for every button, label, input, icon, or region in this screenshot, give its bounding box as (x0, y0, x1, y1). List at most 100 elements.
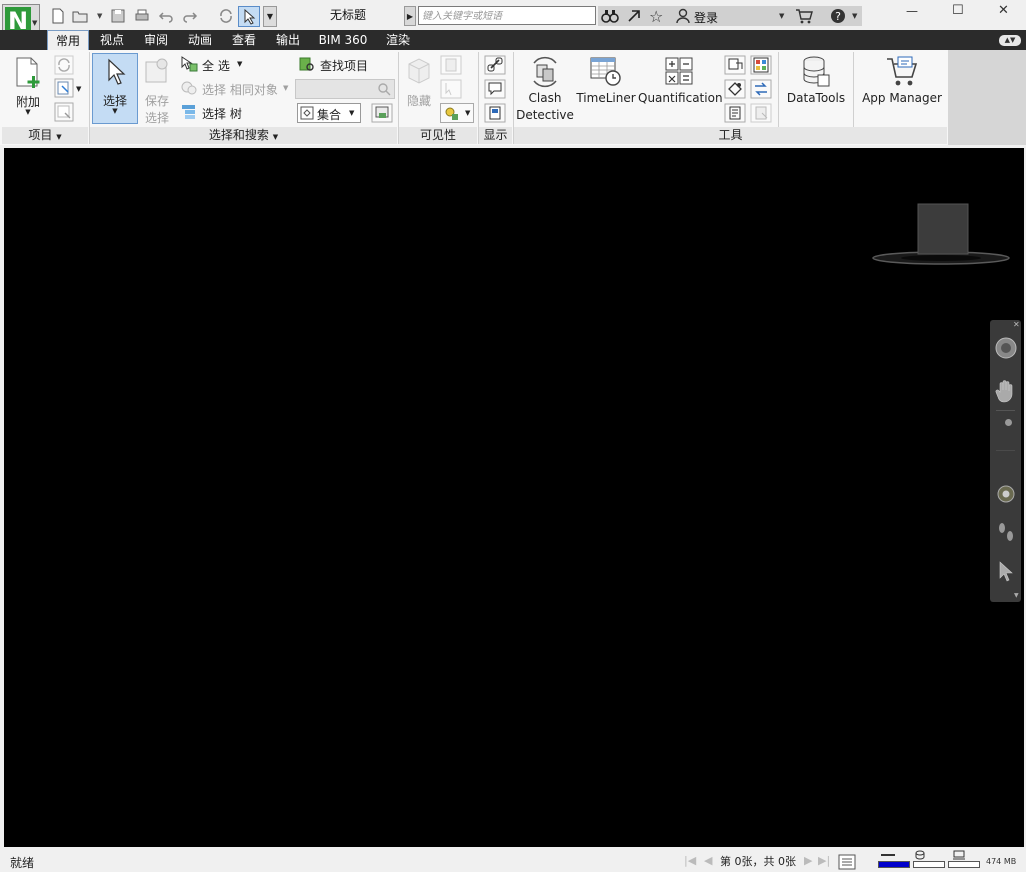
project-panel-label[interactable]: 项目 ▼ (2, 127, 88, 144)
hide-unselected-icon[interactable] (440, 79, 462, 99)
orbit-icon[interactable] (995, 483, 1017, 505)
web-server-icon (953, 850, 965, 860)
timeliner-button[interactable]: TimeLiner (576, 54, 636, 114)
navbar-divider (996, 450, 1015, 451)
help-dropdown-icon[interactable]: ▼ (852, 12, 857, 20)
steering-wheel-icon[interactable] (994, 336, 1018, 360)
tab-output[interactable]: 输出 (268, 30, 308, 50)
animator-icon[interactable] (724, 79, 746, 99)
select-same-button[interactable]: 选择 相同对象 ▼ (180, 80, 292, 98)
tab-home[interactable]: 常用 (47, 30, 89, 50)
tab-review[interactable]: 审阅 (136, 30, 176, 50)
select-search-panel-text: 选择和搜索 (208, 128, 269, 142)
search-input[interactable]: 键入关键字或短语 (418, 6, 596, 25)
select-all-button[interactable]: 全 选 ▼ (180, 56, 260, 74)
select-all-label: 全 选 (202, 59, 230, 73)
undo-icon[interactable] (158, 8, 174, 24)
select-search-panel-label[interactable]: 选择和搜索 ▼ (90, 127, 397, 144)
timeliner-icon (590, 57, 621, 86)
zoom-dot-icon[interactable] (1005, 419, 1012, 426)
reset-all-icon[interactable] (54, 78, 74, 98)
quick-properties-icon[interactable] (484, 79, 506, 99)
select-same-dropdown-icon: ▼ (283, 84, 289, 92)
last-sheet-icon[interactable]: ▶| (818, 854, 830, 867)
append-button[interactable]: 附加 ▼ (8, 54, 48, 122)
save-selection-icon (145, 58, 168, 83)
tab-render[interactable]: 渲染 (378, 30, 418, 50)
find-items-button[interactable]: 查找项目 (298, 56, 388, 74)
save-icon[interactable] (110, 8, 126, 24)
quick-find-search-icon[interactable] (377, 82, 391, 96)
selection-tree-button[interactable]: 选择 树 (180, 104, 260, 122)
navbar-menu-icon[interactable]: ▼ (1014, 592, 1019, 599)
first-sheet-icon[interactable]: |◀ (684, 854, 696, 867)
favorites-icon[interactable]: ☆ (649, 7, 663, 26)
sets-dropdown-arrow-icon: ▼ (349, 109, 355, 117)
appearance-profiler-icon[interactable] (724, 55, 746, 75)
open-dropdown-icon[interactable]: ▼ (97, 12, 102, 20)
previous-sheet-icon[interactable]: ◀ (704, 854, 712, 867)
file-options-icon[interactable] (54, 102, 74, 122)
tab-animation[interactable]: 动画 (180, 30, 220, 50)
hide-button[interactable]: 隐藏 (401, 54, 437, 124)
viewcube-icon (872, 203, 1010, 265)
search-expand-button[interactable]: ▶ (404, 6, 416, 26)
minimize-button[interactable]: — (906, 4, 918, 18)
manage-sets-icon[interactable] (371, 103, 393, 123)
refresh-project-icon[interactable] (54, 55, 74, 75)
require-icon[interactable] (440, 55, 462, 75)
links-icon[interactable] (484, 55, 506, 75)
status-text: 就绪 (10, 856, 35, 870)
select-tool-quick-button[interactable] (238, 6, 260, 27)
quick-find-input[interactable] (295, 79, 395, 99)
scripter-icon[interactable] (724, 103, 746, 123)
3d-viewport[interactable] (4, 148, 1024, 847)
reset-all-dropdown-icon[interactable]: ▼ (76, 85, 81, 93)
communication-center-icon[interactable] (626, 8, 642, 24)
sheet-browser-icon[interactable] (838, 854, 856, 870)
compare-icon[interactable] (750, 79, 772, 99)
pointer-icon (244, 8, 256, 25)
project-panel-dropdown-icon: ▼ (56, 133, 62, 141)
datatools-label: DataTools (786, 91, 846, 105)
navbar-close-icon[interactable]: ✕ (1013, 320, 1020, 329)
properties-icon[interactable] (484, 103, 506, 123)
sets-dropdown[interactable]: 集合 ▼ (297, 103, 361, 123)
save-selection-label-1: 保存 (144, 94, 169, 108)
login-link[interactable]: 登录 (694, 9, 718, 26)
new-file-icon[interactable] (50, 8, 66, 24)
redo-icon[interactable] (182, 8, 198, 24)
close-button[interactable]: ✕ (998, 3, 1009, 18)
next-sheet-icon[interactable]: ▶ (804, 854, 812, 867)
tab-view[interactable]: 查看 (224, 30, 264, 50)
customize-quick-access-button[interactable]: ▼ (263, 6, 277, 27)
tab-viewpoint[interactable]: 视点 (92, 30, 132, 50)
web-server-progress-bar (948, 861, 980, 868)
maximize-button[interactable]: ☐ (952, 3, 964, 18)
ribbon-minimize-toggle[interactable]: ▲▼ (999, 35, 1021, 46)
viewcube[interactable] (870, 200, 1012, 270)
save-selection-button[interactable]: 保存 选择 (140, 54, 174, 125)
help-icon[interactable]: ? (830, 8, 846, 24)
select-pointer-nav-icon[interactable] (996, 560, 1016, 584)
quantification-button[interactable]: Quantification (638, 54, 723, 114)
project-panel-text: 项目 (28, 128, 53, 142)
datatools-button[interactable]: DataTools (782, 54, 850, 114)
batch-export-icon[interactable] (750, 103, 772, 123)
print-icon[interactable] (134, 8, 150, 24)
login-dropdown-icon[interactable]: ▼ (779, 12, 784, 20)
cart-icon[interactable] (795, 8, 813, 24)
tab-bim360[interactable]: BIM 360 (314, 30, 372, 50)
clash-detective-button[interactable]: Clash Detective (516, 54, 574, 126)
refresh-icon[interactable] (218, 8, 234, 24)
binoculars-icon[interactable] (601, 8, 619, 24)
select-button[interactable]: 选择 ▼ (92, 53, 138, 124)
batch-utility-icon[interactable] (750, 55, 772, 75)
append-file-icon (16, 57, 40, 88)
walk-footprints-icon[interactable] (995, 520, 1017, 546)
open-folder-icon[interactable] (72, 8, 88, 24)
app-manager-button[interactable]: App Manager (858, 54, 946, 114)
unhide-all-button[interactable]: ▼ (440, 103, 474, 123)
pan-hand-icon[interactable] (994, 378, 1018, 404)
navbar-divider (996, 410, 1015, 411)
